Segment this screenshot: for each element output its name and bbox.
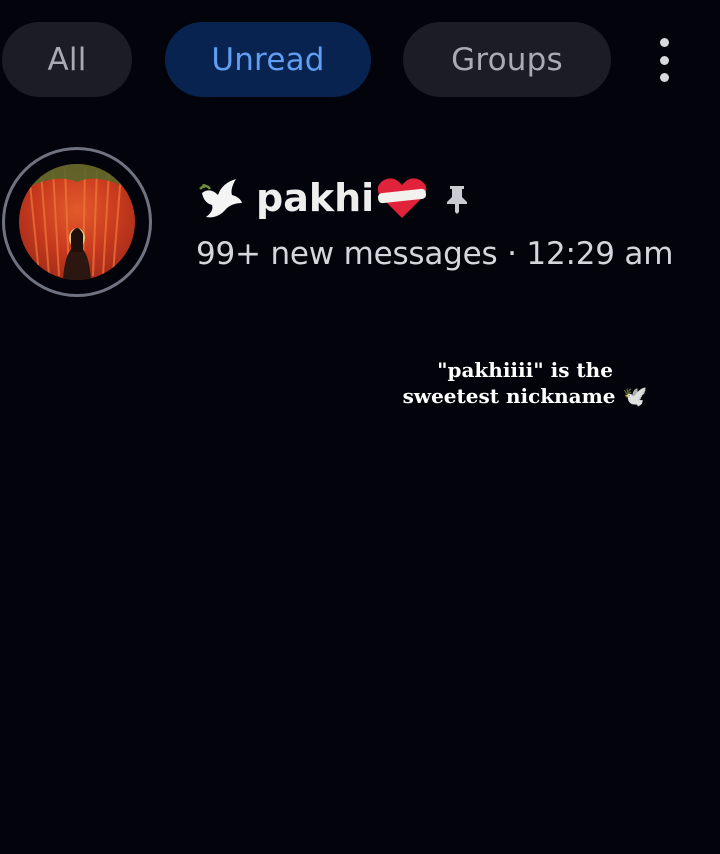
more-options-icon[interactable] <box>648 38 680 82</box>
chat-name: pakhi <box>256 176 375 220</box>
chat-title-row: pakhi <box>196 170 474 226</box>
avatar-image <box>19 164 135 280</box>
more-dot <box>659 55 669 65</box>
more-dot <box>659 73 669 82</box>
filter-chip-unread-label: Unread <box>211 41 325 78</box>
avatar[interactable] <box>19 164 135 280</box>
dove-icon <box>199 179 242 218</box>
filter-chip-unread[interactable]: Unread <box>165 22 371 97</box>
filter-chip-groups[interactable]: Groups <box>403 22 611 97</box>
more-dot <box>659 38 669 47</box>
chat-preview-text: 99+ new messages · 12:29 am <box>196 236 674 272</box>
filter-chip-all[interactable]: All <box>2 22 132 97</box>
pin-icon <box>447 186 468 214</box>
overlay-caption: "pakhiiii" is the sweetest nickname 🕊️ <box>402 358 648 408</box>
mending-heart-icon <box>377 178 427 218</box>
filter-chip-all-label: All <box>47 41 87 78</box>
filter-chip-groups-label: Groups <box>451 41 563 78</box>
